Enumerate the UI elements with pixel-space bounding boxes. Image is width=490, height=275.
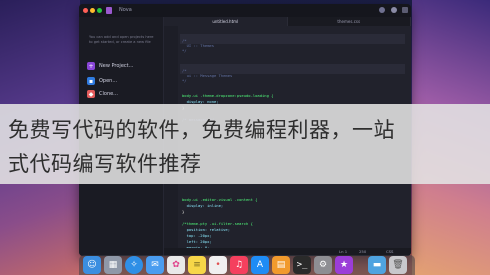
code-line: ui :: Message Themes (182, 73, 233, 78)
tab-untitled[interactable]: untitled.html (164, 17, 288, 26)
tab-bar: untitled.html themes.css (164, 17, 411, 26)
code-line: top: -20px; (182, 233, 212, 238)
code-line: body.ui .editor.visual .content { (182, 197, 258, 202)
code-line: /*theme-pty .ui-filter-search { (182, 221, 253, 226)
folder-icon[interactable]: ▬ (368, 256, 386, 274)
app-store-icon[interactable]: A (251, 256, 269, 274)
safari-icon[interactable]: ✧ (125, 256, 143, 274)
cursor-position[interactable]: Ln 1 (339, 249, 347, 254)
tab-themes-css[interactable]: themes.css (288, 17, 411, 26)
code-line: */ (182, 48, 187, 53)
split-view-icon[interactable] (402, 7, 408, 13)
code-line: body.ui .theme-dropzone:pseudo-loading { (182, 93, 274, 98)
settings-icon[interactable]: ⚙ (314, 256, 332, 274)
plus-icon: + (87, 62, 95, 70)
caption-banner: 免费写代码的软件，免费编程利器，一站 式代码编写软件推荐 (0, 104, 490, 184)
sidebar-item-label: Open... (99, 78, 118, 84)
zoom-button[interactable] (97, 8, 102, 13)
sidebar-item-label: Clone... (99, 91, 118, 97)
column-count[interactable]: 250 (359, 249, 366, 254)
terminal-icon[interactable]: >_ (293, 256, 311, 274)
window-title: Nova (119, 7, 132, 13)
notes-icon[interactable]: ≡ (188, 256, 206, 274)
code-line: */ (182, 78, 187, 83)
git-icon: ◆ (87, 90, 95, 98)
code-line: display: inline; (182, 203, 224, 208)
sidebar-item-clone[interactable]: ◆ Clone... (87, 89, 118, 99)
minimize-button[interactable] (90, 8, 95, 13)
sidebar-item-open[interactable]: ▪ Open... (87, 76, 117, 86)
caption-line-1: 免费写代码的软件，免费编程利器，一站 (8, 118, 395, 142)
title-bar: Nova (79, 4, 411, 17)
music-icon[interactable]: ♫ (230, 256, 248, 274)
trash-icon[interactable]: 🗑 (389, 256, 407, 274)
inspector-icon[interactable] (391, 7, 397, 13)
project-icon[interactable] (106, 7, 112, 14)
code-line: UI :: Themes (182, 43, 215, 48)
finder-icon[interactable]: ☺ (83, 256, 101, 274)
folder-icon: ▪ (87, 77, 95, 85)
code-line: } (182, 209, 185, 214)
books-icon[interactable]: ▤ (272, 256, 290, 274)
mail-icon[interactable]: ✉ (146, 256, 164, 274)
close-button[interactable] (83, 8, 88, 13)
settings-icon[interactable] (379, 7, 385, 13)
launchpad-icon[interactable]: ▦ (104, 256, 122, 274)
caption-line-2: 式代码编写软件推荐 (8, 152, 202, 176)
sidebar-description: You can add and open projects here to ge… (89, 35, 154, 44)
reminders-icon[interactable]: • (209, 256, 227, 274)
code-line: position: relative; (182, 227, 231, 232)
dock: ☺ ▦ ✧ ✉ ✿ ≡ • ♫ A ▤ >_ ⚙ ★ ▬ 🗑 (79, 255, 415, 275)
sidebar-item-new-project[interactable]: + New Project... (87, 61, 133, 71)
photos-icon[interactable]: ✿ (167, 256, 185, 274)
code-line: left: 20px; (182, 239, 212, 244)
sidebar-item-label: New Project... (99, 63, 134, 69)
language-mode[interactable]: CSS (386, 249, 393, 254)
nova-icon[interactable]: ★ (335, 256, 353, 274)
